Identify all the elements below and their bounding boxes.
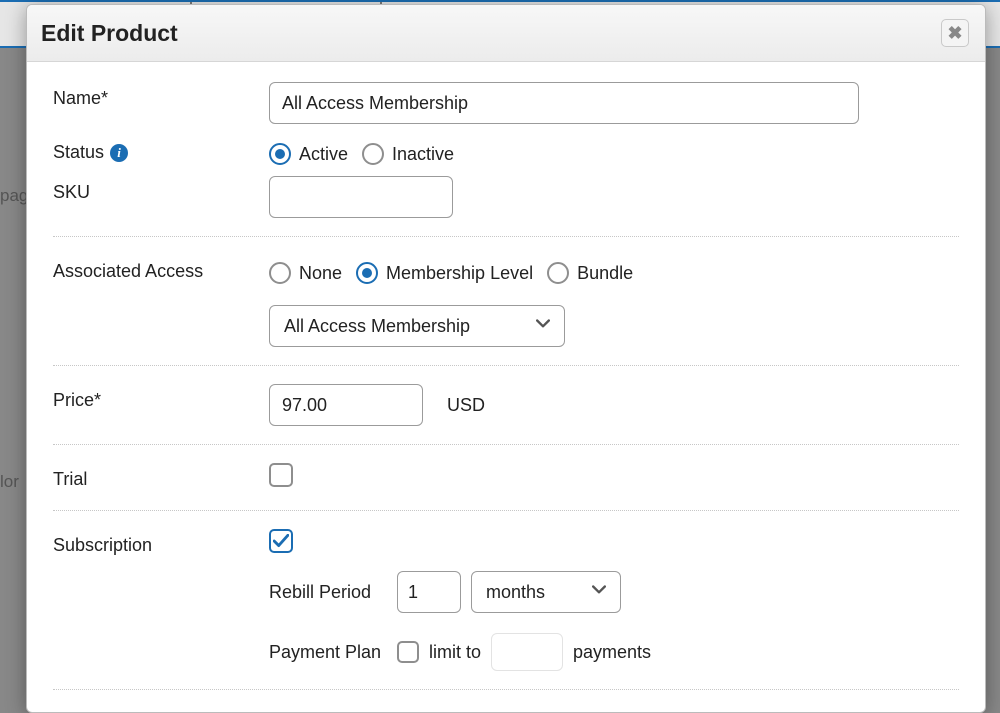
payment-plan-checkbox[interactable] <box>397 641 419 663</box>
row-price: Price* USD <box>27 376 985 434</box>
label-trial: Trial <box>53 463 269 490</box>
trial-checkbox[interactable] <box>269 463 293 487</box>
row-status: Status i Active Inactive <box>27 132 985 176</box>
status-active-radio[interactable]: Active <box>269 143 348 165</box>
row-trial: Trial <box>27 455 985 500</box>
row-name: Name* <box>27 74 985 132</box>
label-associated-access: Associated Access <box>53 255 269 282</box>
rebill-row: Rebill Period months <box>269 571 959 613</box>
row-subscription: Subscription Rebill Period months <box>27 521 985 679</box>
access-none-label: None <box>299 263 342 284</box>
access-bundle-radio[interactable]: Bundle <box>547 262 633 284</box>
modal-header: Edit Product ✖ <box>27 5 985 62</box>
backdrop-text: lor <box>0 472 19 492</box>
access-none-radio[interactable]: None <box>269 262 342 284</box>
radio-circle-icon <box>547 262 569 284</box>
rebill-label: Rebill Period <box>269 582 387 603</box>
price-currency: USD <box>447 395 485 416</box>
divider <box>53 510 959 511</box>
radio-circle-icon <box>356 262 378 284</box>
access-membership-label: Membership Level <box>386 263 533 284</box>
payment-plan-prefix: limit to <box>429 642 481 663</box>
access-radio-group: None Membership Level Bundle <box>269 255 959 291</box>
status-radio-group: Active Inactive <box>269 136 959 172</box>
sku-input[interactable] <box>269 176 453 218</box>
payment-plan-input[interactable] <box>491 633 563 671</box>
status-inactive-radio[interactable]: Inactive <box>362 143 454 165</box>
membership-select-value: All Access Membership <box>284 316 470 337</box>
divider <box>53 444 959 445</box>
close-button[interactable]: ✖ <box>941 19 969 47</box>
label-subscription: Subscription <box>53 529 269 556</box>
edit-product-modal: Edit Product ✖ Name* Status i Active <box>26 4 986 713</box>
payment-plan-suffix: payments <box>573 642 651 663</box>
label-sku: SKU <box>53 176 269 203</box>
membership-select[interactable]: All Access Membership <box>269 305 565 347</box>
access-membership-radio[interactable]: Membership Level <box>356 262 533 284</box>
radio-circle-icon <box>269 262 291 284</box>
chevron-down-icon <box>536 319 550 333</box>
modal-body: Name* Status i Active Inactive <box>27 62 985 700</box>
price-input[interactable] <box>269 384 423 426</box>
info-icon[interactable]: i <box>110 144 128 162</box>
radio-circle-icon <box>269 143 291 165</box>
label-status-text: Status <box>53 142 104 163</box>
divider <box>53 365 959 366</box>
divider <box>53 236 959 237</box>
subscription-checkbox[interactable] <box>269 529 293 553</box>
row-sku: SKU <box>27 176 985 226</box>
label-price: Price* <box>53 384 269 411</box>
divider <box>53 689 959 690</box>
row-associated-access: Associated Access None Membership Level … <box>27 247 985 355</box>
payment-plan-label: Payment Plan <box>269 642 387 663</box>
label-name: Name* <box>53 82 269 109</box>
access-bundle-label: Bundle <box>577 263 633 284</box>
status-inactive-label: Inactive <box>392 144 454 165</box>
radio-circle-icon <box>362 143 384 165</box>
chevron-down-icon <box>592 585 606 599</box>
backdrop-text: pag <box>0 186 28 206</box>
rebill-unit-value: months <box>486 582 545 603</box>
name-input[interactable] <box>269 82 859 124</box>
status-active-label: Active <box>299 144 348 165</box>
payment-plan-row: Payment Plan limit to payments <box>269 633 959 671</box>
modal-title: Edit Product <box>41 20 178 47</box>
rebill-unit-select[interactable]: months <box>471 571 621 613</box>
label-status: Status i <box>53 136 269 163</box>
rebill-value-input[interactable] <box>397 571 461 613</box>
close-icon: ✖ <box>947 23 962 44</box>
